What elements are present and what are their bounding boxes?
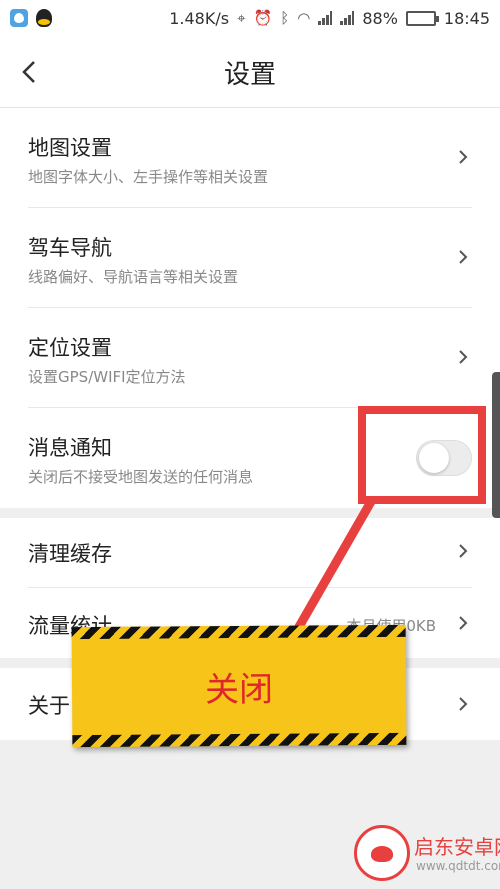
chevron-right-icon (456, 614, 470, 632)
status-bar: 1.48K/s ⌖ ⏰ ᛒ ◠ 88% 18:45 (0, 0, 500, 36)
wifi-icon: ◠ (297, 9, 311, 27)
battery-icon (405, 10, 439, 26)
setting-row-clear-cache[interactable]: 清理缓存 (0, 518, 500, 588)
battery-percent: 88% (362, 8, 398, 28)
signal-icon (318, 11, 333, 25)
chevron-right-icon (456, 348, 470, 366)
scrollbar[interactable] (492, 372, 500, 518)
row-title: 消息通知 (28, 436, 112, 460)
chevron-right-icon (456, 148, 470, 166)
qq-icon (36, 9, 52, 27)
chevron-right-icon (456, 248, 470, 266)
row-subtitle: 设置GPS/WIFI定位方法 (28, 368, 186, 386)
signal-icon (340, 11, 355, 25)
row-subtitle: 线路偏好、导航语言等相关设置 (28, 268, 239, 286)
location-icon: ⌖ (237, 9, 246, 27)
hazard-stripe (72, 732, 407, 748)
network-speed: 1.48K/s (169, 8, 230, 28)
app-icon (10, 9, 28, 27)
watermark-name: 启东安卓网 (414, 835, 500, 859)
hazard-stripe (71, 624, 406, 640)
bluetooth-icon: ᛒ (280, 9, 290, 27)
watermark-logo-icon (354, 825, 410, 881)
watermark: 启东安卓网 www.qdtdt.com (354, 817, 500, 883)
highlight-box (358, 406, 486, 504)
row-subtitle: 关闭后不接受地图发送的任何消息 (28, 468, 254, 486)
clock: 18:45 (443, 8, 490, 28)
setting-row-map[interactable]: 地图设置 地图字体大小、左手操作等相关设置 (0, 108, 500, 208)
row-title: 驾车导航 (28, 236, 112, 260)
row-title: 清理缓存 (28, 542, 112, 566)
row-title: 地图设置 (28, 136, 112, 160)
row-title: 关于 (28, 694, 70, 718)
row-subtitle: 地图字体大小、左手操作等相关设置 (28, 168, 269, 186)
chevron-right-icon (456, 542, 470, 560)
setting-row-location[interactable]: 定位设置 设置GPS/WIFI定位方法 (0, 308, 500, 408)
header: 设置 (0, 36, 500, 108)
annotation-banner: 关闭 (71, 624, 407, 748)
watermark-url: www.qdtdt.com (416, 859, 500, 873)
row-title: 定位设置 (28, 336, 112, 360)
alarm-icon: ⏰ (253, 9, 273, 27)
setting-row-navigation[interactable]: 驾车导航 线路偏好、导航语言等相关设置 (0, 208, 500, 308)
banner-text: 关闭 (204, 669, 274, 711)
chevron-right-icon (456, 695, 470, 713)
page-title: 设置 (223, 60, 276, 90)
